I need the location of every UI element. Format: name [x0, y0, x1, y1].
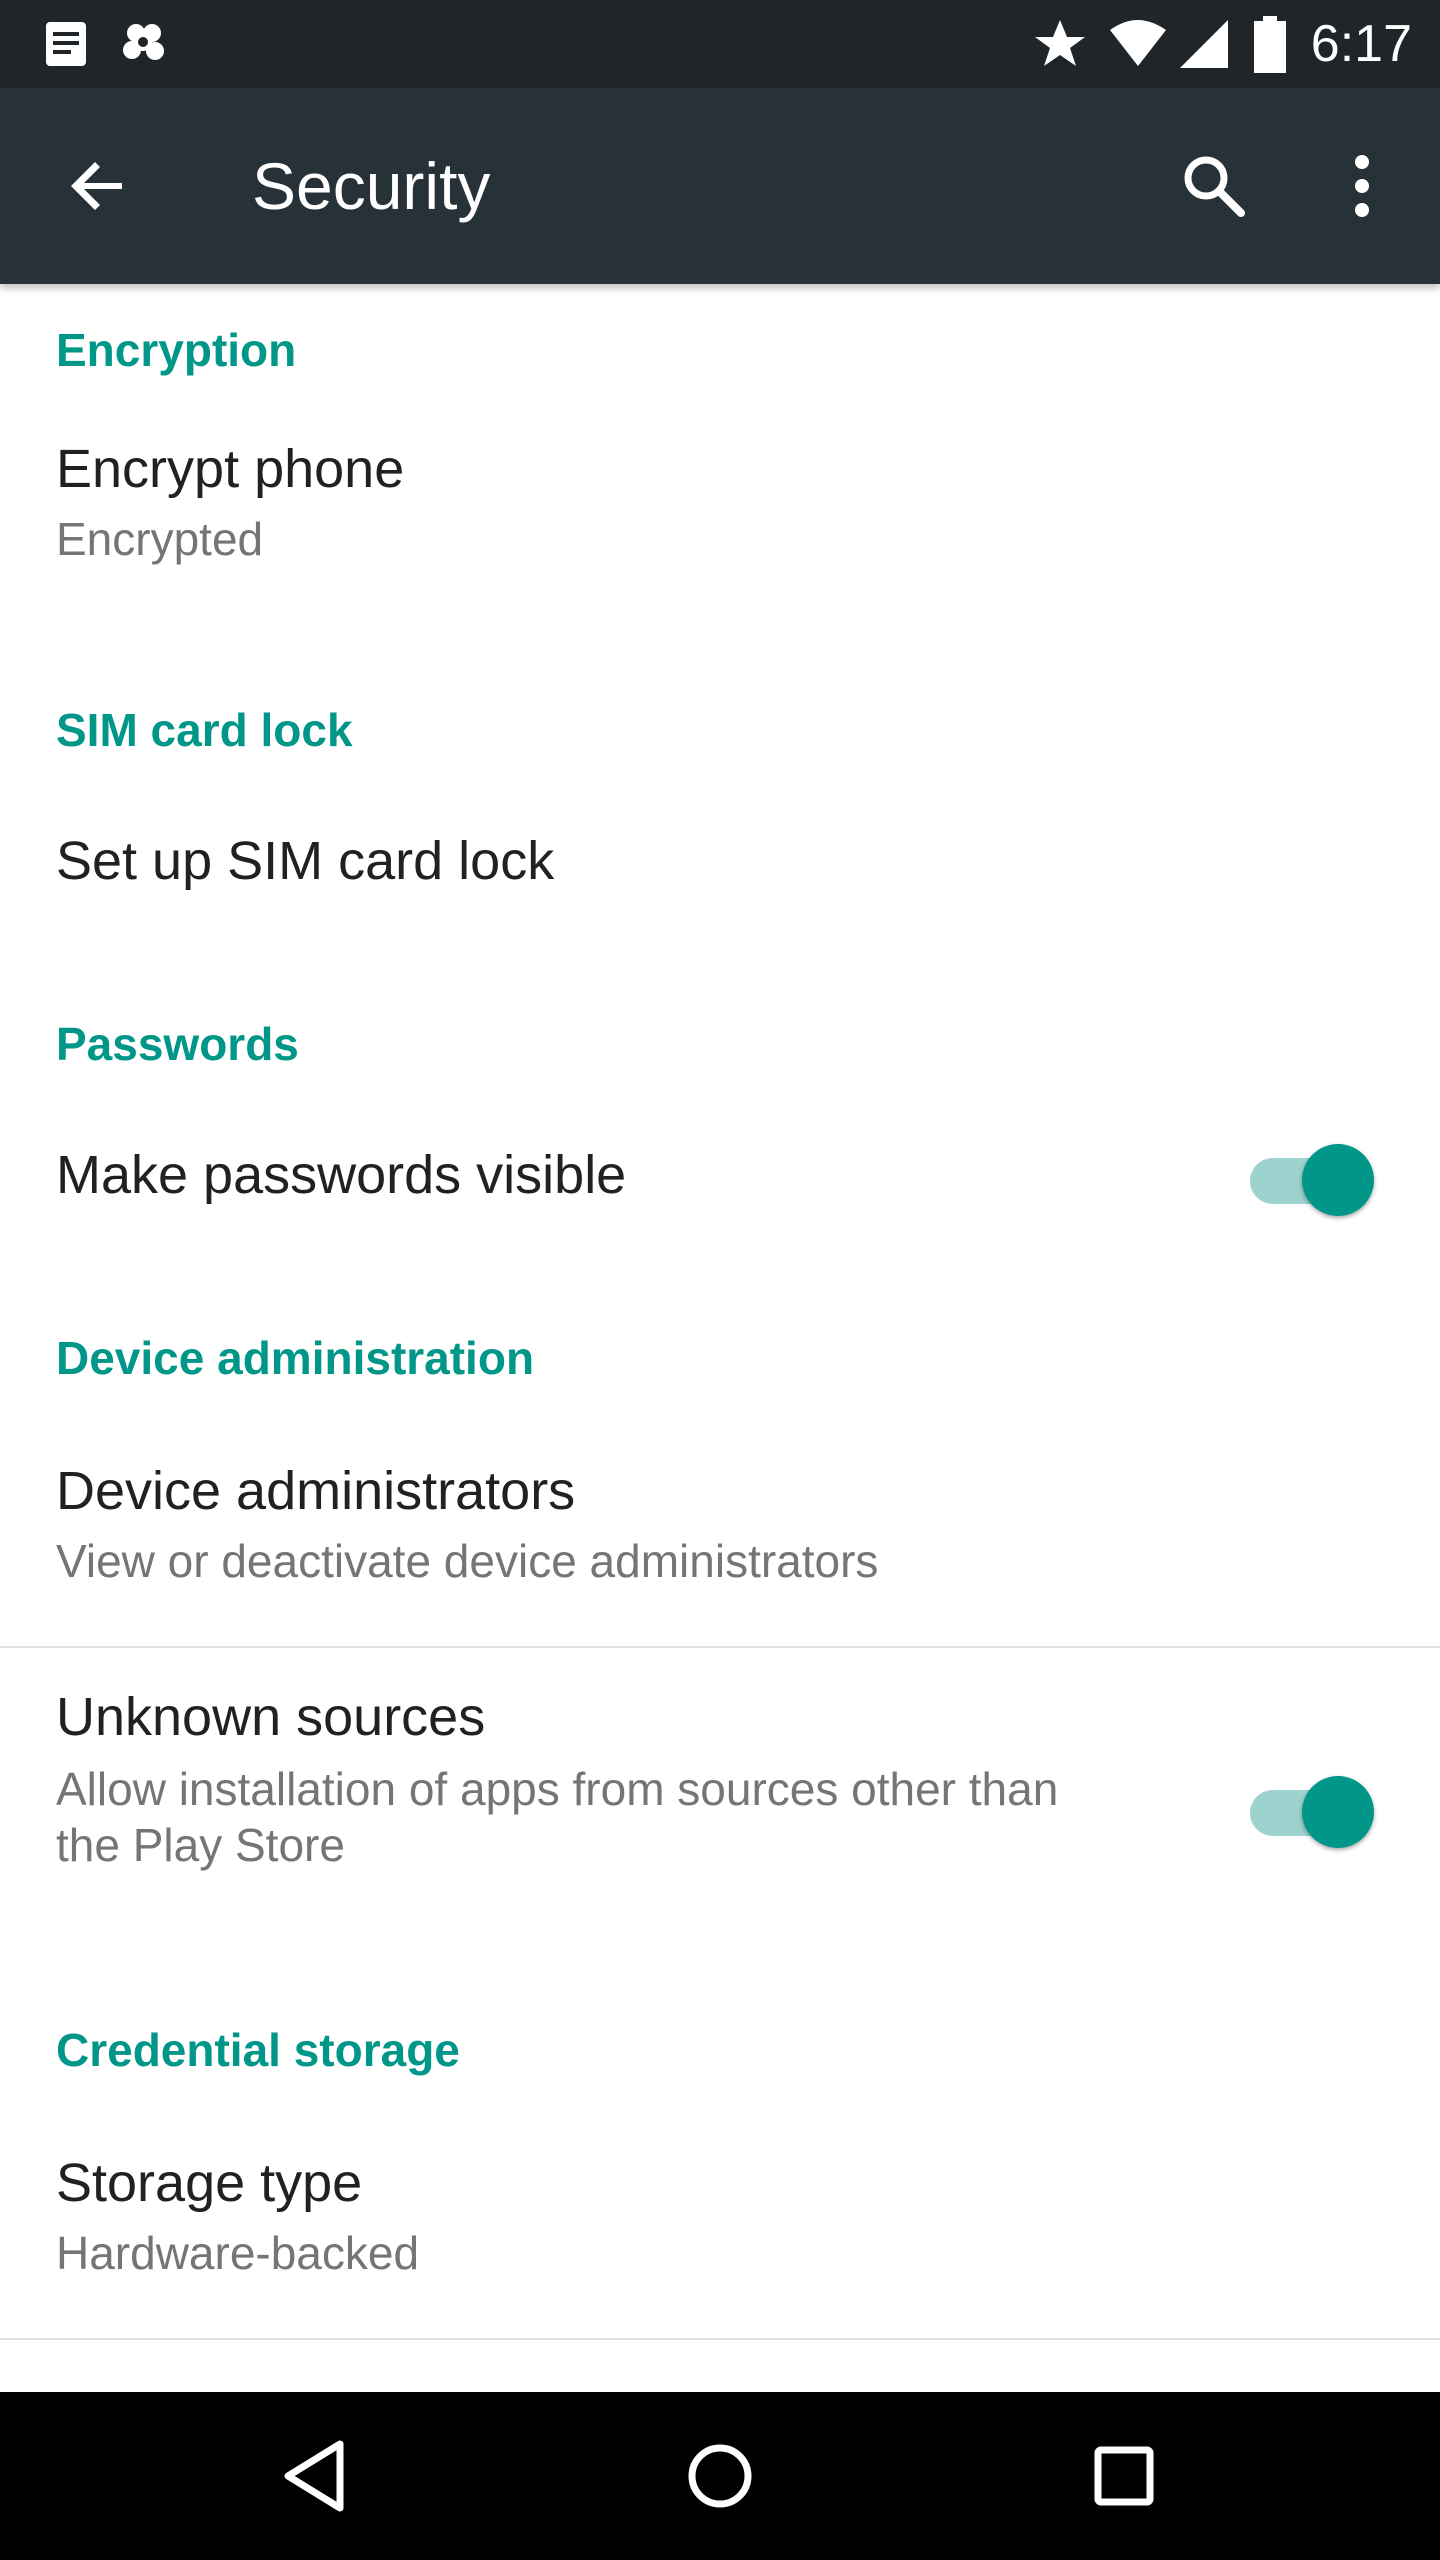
- switch-thumb: [1302, 1144, 1374, 1216]
- navigation-bar: [0, 2392, 1440, 2560]
- wifi-icon: [1108, 16, 1166, 72]
- star-icon: [1032, 16, 1088, 72]
- battery-icon: [1250, 16, 1306, 73]
- divider: [0, 2338, 1440, 2340]
- search-icon: [1184, 156, 1245, 217]
- nav-back-icon: [284, 2440, 344, 2512]
- pref-title: Make passwords visible: [56, 1145, 627, 1205]
- settings-notification-icon: [118, 18, 170, 70]
- back-button[interactable]: [50, 138, 146, 234]
- nav-home-icon: [688, 2444, 752, 2508]
- nav-recents-icon: [1094, 2446, 1154, 2506]
- pref-title: Set up SIM card lock: [56, 831, 555, 891]
- status-clock: 6:17: [1310, 15, 1412, 73]
- section-header-credential-storage: Credential storage: [56, 2024, 460, 2076]
- make-passwords-visible-switch[interactable]: [1240, 1136, 1376, 1216]
- pref-title: Encrypt phone: [56, 439, 405, 499]
- cellular-signal-icon: [1176, 16, 1232, 72]
- unknown-sources-switch[interactable]: [1240, 1768, 1376, 1848]
- pref-set-up-sim-card-lock[interactable]: Set up SIM card lock: [0, 794, 1440, 974]
- notes-notification-icon: [40, 18, 92, 70]
- status-bar: 6:17: [0, 0, 1440, 88]
- arrow-back-icon: [71, 162, 122, 210]
- more-options-button[interactable]: [1314, 138, 1410, 234]
- pref-title: Device administrators: [56, 1461, 576, 1521]
- pref-summary: Encrypted: [56, 513, 264, 565]
- pref-summary-line-2: the Play Store: [56, 1819, 345, 1871]
- more-vert-icon: [1355, 155, 1369, 217]
- pref-encrypt-phone[interactable]: Encrypt phone Encrypted: [0, 414, 1440, 614]
- switch-thumb: [1302, 1776, 1374, 1848]
- pref-title: Unknown sources: [56, 1687, 486, 1747]
- section-header-device-administration: Device administration: [56, 1332, 535, 1384]
- pref-summary: Hardware-backed: [56, 2227, 420, 2279]
- pref-make-passwords-visible[interactable]: Make passwords visible: [0, 1108, 1440, 1288]
- pref-storage-type[interactable]: Storage type Hardware-backed: [0, 2106, 1440, 2336]
- nav-back-button[interactable]: [252, 2412, 380, 2540]
- security-settings-list[interactable]: Encryption Encrypt phone Encrypted SIM c…: [0, 284, 1440, 2392]
- pref-title: Storage type: [56, 2153, 363, 2213]
- pref-unknown-sources[interactable]: Unknown sources Allow installation of ap…: [0, 1648, 1440, 1948]
- section-header-encryption: Encryption: [56, 324, 297, 376]
- pref-summary: View or deactivate device administrators: [56, 1535, 879, 1587]
- app-toolbar: Security: [0, 88, 1440, 284]
- pref-summary-line-1: Allow installation of apps from sources …: [56, 1763, 1059, 1815]
- pref-device-administrators[interactable]: Device administrators View or deactivate…: [0, 1414, 1440, 1644]
- section-header-passwords: Passwords: [56, 1018, 299, 1070]
- nav-home-button[interactable]: [656, 2412, 784, 2540]
- search-button[interactable]: [1166, 138, 1262, 234]
- nav-recents-button[interactable]: [1060, 2412, 1188, 2540]
- page-title: Security: [252, 149, 491, 223]
- section-header-sim-card-lock: SIM card lock: [56, 704, 353, 756]
